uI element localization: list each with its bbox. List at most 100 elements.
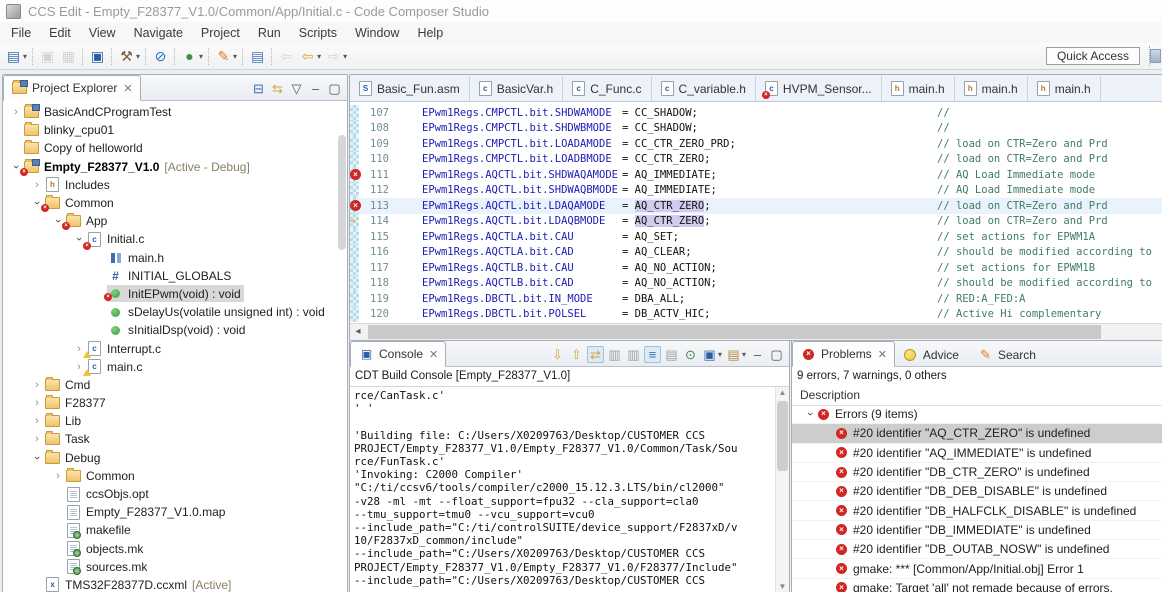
code-line-112[interactable]: 112EPwm1Regs.AQCTL.bit.SHDWAQBMODE= AQ_I… (350, 183, 1162, 199)
nav-back-icon[interactable]: ⇦▾ (297, 46, 323, 67)
close-icon[interactable] (429, 348, 438, 361)
code-line-116[interactable]: 116EPwm1Regs.AQCTLA.bit.CAD= AQ_CLEAR;//… (350, 245, 1162, 261)
close-icon[interactable] (878, 348, 887, 361)
dropdown-arrow-icon[interactable]: ▾ (136, 52, 140, 61)
tree-item-copy-of-helloworld[interactable]: Copy of helloworld (3, 139, 347, 157)
expand-arrow-icon[interactable]: › (30, 179, 44, 191)
code-line-113[interactable]: 113EPwm1Regs.AQCTL.bit.LDAQAMODE= AQ_CTR… (350, 198, 1162, 214)
tree-item-sdelayus-volatile-unsigned-int-void[interactable]: sDelayUs(volatile unsigned int) : void (3, 303, 347, 321)
outline-icon[interactable]: ▤ (247, 46, 268, 67)
menu-scripts[interactable]: Scripts (290, 24, 346, 42)
description-column-header[interactable]: Description (792, 385, 1162, 406)
tree-item-common[interactable]: ›Common (3, 467, 347, 485)
expand-arrow-icon[interactable]: › (30, 415, 44, 427)
tree-item-initial-c[interactable]: ›Initial.c (3, 230, 347, 248)
error-marker-icon[interactable] (350, 200, 361, 211)
nav-forward-icon[interactable]: ⇨▾ (323, 46, 349, 67)
menu-window[interactable]: Window (346, 24, 408, 42)
clear-console-icon[interactable]: ▤ (663, 346, 680, 363)
maximize-icon[interactable]: ▢ (326, 80, 343, 97)
run-bug-icon[interactable]: ●▾ (179, 46, 205, 67)
expand-arrow-icon[interactable]: › (9, 106, 23, 118)
problem-row[interactable]: #20 identifier "DB_OUTAB_NOSW" is undefi… (792, 540, 1162, 559)
code-editor[interactable]: 107EPwm1Regs.CMPCTL.bit.SHDWAMODE= CC_SH… (350, 102, 1162, 324)
minimize-icon[interactable]: – (749, 346, 766, 363)
word-wrap-icon[interactable]: ≡ (644, 346, 661, 363)
editor-tab-main-h[interactable]: main.h (955, 76, 1028, 101)
menu-project[interactable]: Project (192, 24, 249, 42)
new-wizard-icon[interactable]: ▤▾ (3, 46, 29, 67)
tree-item-sources-mk[interactable]: sources.mk (3, 558, 347, 576)
save-all-icon[interactable]: ▦ (58, 46, 79, 67)
save-icon[interactable]: ▣ (37, 46, 58, 67)
menu-edit[interactable]: Edit (40, 24, 80, 42)
menu-file[interactable]: File (2, 24, 40, 42)
tab-advice[interactable]: Advice (895, 343, 970, 367)
flash-icon[interactable]: ✎▾ (213, 46, 239, 67)
build-icon[interactable]: ⚒▾ (116, 46, 142, 67)
problem-row[interactable]: #20 identifier "DB_HALFCLK_DISABLE" is u… (792, 501, 1162, 520)
dropdown-arrow-icon[interactable]: ▾ (233, 52, 237, 61)
tree-item-ccsobjs-opt[interactable]: ccsObjs.opt (3, 485, 347, 503)
show-stdout-icon[interactable]: ▥ (606, 346, 623, 363)
problem-row[interactable]: #20 identifier "AQ_IMMEDIATE" is undefin… (792, 444, 1162, 463)
close-icon[interactable] (123, 82, 132, 95)
code-line-109[interactable]: 109EPwm1Regs.CMPCTL.bit.LOADAMODE= CC_CT… (350, 136, 1162, 152)
last-edit-arrow-icon[interactable]: ⇨ (350, 214, 356, 227)
scroll-up-icon[interactable]: ▲ (776, 387, 789, 399)
tree-item-initial-globals[interactable]: #INITIAL_GLOBALS (3, 267, 347, 285)
console-output[interactable]: rce/CanTask.c' ' ' 'Building file: C:/Us… (350, 387, 775, 592)
scroll-up-icon[interactable]: ⇧ (568, 346, 585, 363)
problem-row[interactable]: #20 identifier "DB_CTR_ZERO" is undefine… (792, 463, 1162, 482)
code-line-120[interactable]: 120EPwm1Regs.DBCTL.bit.POLSEL= DB_ACTV_H… (350, 307, 1162, 323)
code-line-110[interactable]: 110EPwm1Regs.CMPCTL.bit.LOADBMODE= CC_CT… (350, 152, 1162, 168)
tree-item-task[interactable]: ›Task (3, 430, 347, 448)
menu-navigate[interactable]: Navigate (125, 24, 192, 42)
tab-problems[interactable]: Problems (792, 341, 895, 367)
dropdown-arrow-icon[interactable]: ▾ (199, 52, 203, 61)
tab-console[interactable]: ▣ Console (350, 341, 446, 367)
tree-item-sinitialdsp-void-void[interactable]: sInitialDsp(void) : void (3, 321, 347, 339)
editor-tab-main-h[interactable]: main.h (882, 76, 955, 101)
expand-arrow-icon[interactable]: › (30, 397, 44, 409)
problem-row[interactable]: #20 identifier "DB_IMMEDIATE" is undefin… (792, 521, 1162, 540)
nav-back-history-icon[interactable]: ⇦ (276, 46, 297, 67)
tree-item-common[interactable]: ›Common (3, 194, 347, 212)
dropdown-arrow-icon[interactable]: ▾ (317, 52, 321, 61)
tree-item-debug[interactable]: ›Debug (3, 449, 347, 467)
editor-tab-c-func-c[interactable]: C_Func.c (563, 76, 651, 101)
scroll-down-icon[interactable]: ⇩ (549, 346, 566, 363)
tree-item-empty-f28377-v1-0-map[interactable]: Empty_F28377_V1.0.map (3, 503, 347, 521)
minimize-icon[interactable]: – (307, 80, 324, 97)
view-menu-icon[interactable]: ▽ (288, 80, 305, 97)
problem-row[interactable]: #20 identifier "AQ_CTR_ZERO" is undefine… (792, 424, 1162, 443)
tree-item-objects-mk[interactable]: objects.mk (3, 540, 347, 558)
tree-item-main-h[interactable]: main.h (3, 249, 347, 267)
tree-item-includes[interactable]: ›Includes (3, 176, 347, 194)
code-line-117[interactable]: 117EPwm1Regs.AQCTLB.bit.CAU= AQ_NO_ACTIO… (350, 260, 1162, 276)
tree-item-cmd[interactable]: ›Cmd (3, 376, 347, 394)
expand-arrow-icon[interactable]: › (30, 452, 44, 464)
menu-run[interactable]: Run (249, 24, 290, 42)
tree-item-tms32f28377d-ccxml[interactable]: TMS32F28377D.ccxml[Active] (3, 576, 347, 592)
tree-item-blinky-cpu01[interactable]: blinky_cpu01 (3, 121, 347, 139)
menu-help[interactable]: Help (408, 24, 452, 42)
hscroll-thumb[interactable] (368, 325, 1101, 339)
code-line-107[interactable]: 107EPwm1Regs.CMPCTL.bit.SHDWAMODE= CC_SH… (350, 105, 1162, 121)
code-line-118[interactable]: 118EPwm1Regs.AQCTLB.bit.CAD= AQ_NO_ACTIO… (350, 276, 1162, 292)
tree-item-app[interactable]: ›App (3, 212, 347, 230)
editor-tab-basicvar-h[interactable]: BasicVar.h (470, 76, 563, 101)
tree-item-f28377[interactable]: ›F28377 (3, 394, 347, 412)
menu-view[interactable]: View (80, 24, 125, 42)
scroll-down-icon[interactable]: ▼ (776, 581, 789, 592)
tab-project-explorer[interactable]: Project Explorer (3, 75, 141, 101)
console-display-icon[interactable]: ▣▾ (701, 346, 723, 363)
editor-tab-basic-fun-asm[interactable]: Basic_Fun.asm (350, 76, 470, 101)
editor-tab-main-h[interactable]: main.h (1028, 76, 1101, 101)
scroll-left-icon[interactable]: ◂ (350, 324, 366, 339)
code-line-108[interactable]: 108EPwm1Regs.CMPCTL.bit.SHDWBMODE= CC_SH… (350, 121, 1162, 137)
target-console-icon[interactable]: ▣ (87, 46, 108, 67)
tree-item-makefile[interactable]: makefile (3, 521, 347, 539)
collapse-all-icon[interactable]: ⊟ (250, 80, 267, 97)
link-with-editor-icon[interactable]: ⇆ (269, 80, 286, 97)
